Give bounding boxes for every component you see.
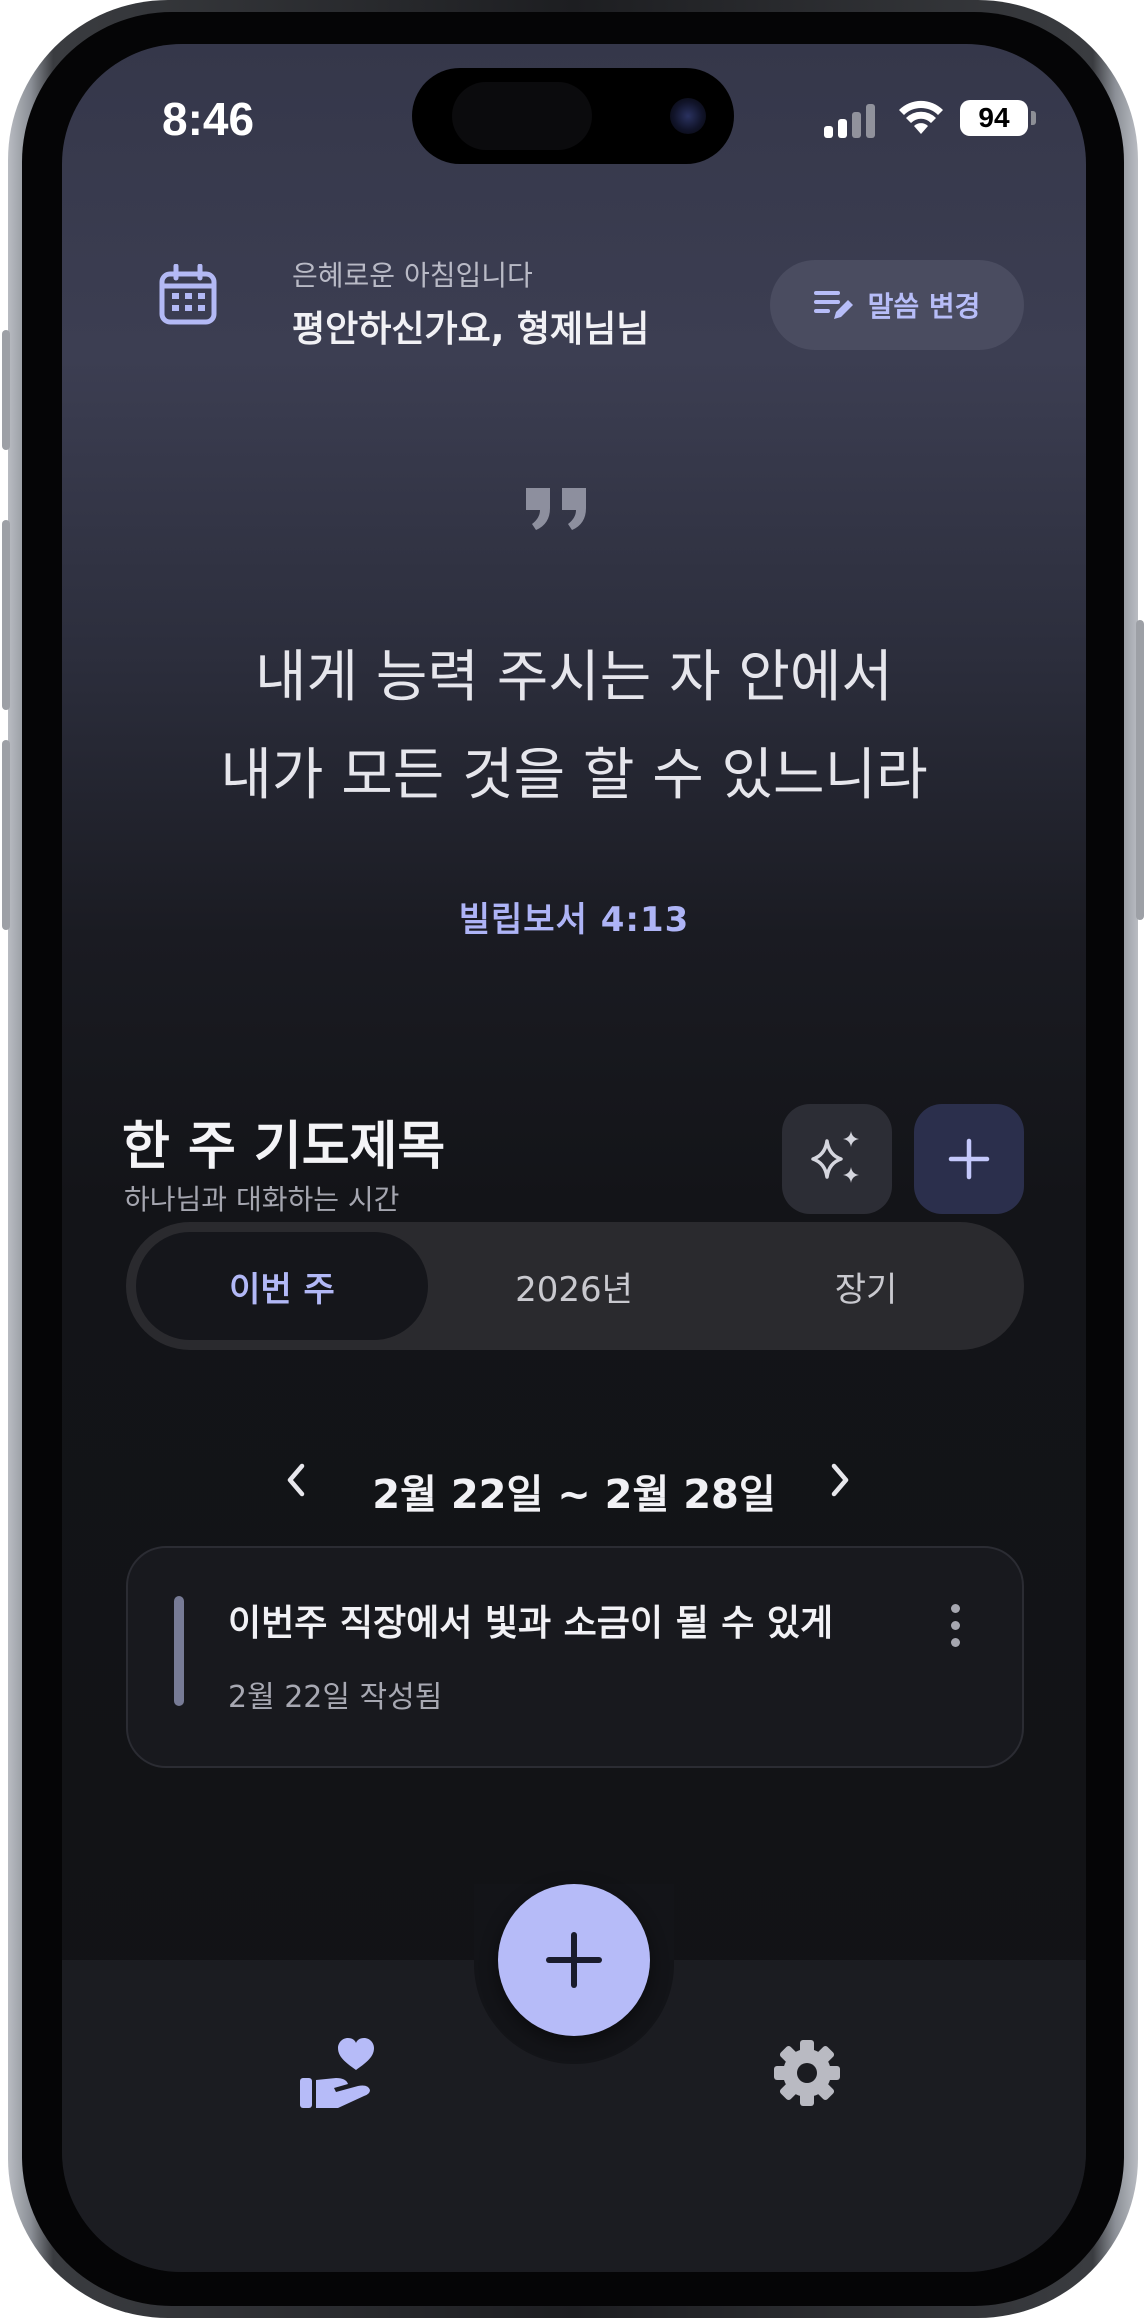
pray-hand-heart-icon[interactable] bbox=[298, 2034, 376, 2112]
status-bar: 8:46 94 bbox=[62, 44, 1086, 194]
prayer-date: 2월 22일 작성됨 bbox=[228, 1680, 443, 1715]
battery-indicator: 94 bbox=[960, 100, 1036, 136]
tab-long-term[interactable]: 장기 bbox=[720, 1232, 1012, 1340]
prayer-title: 이번주 직장에서 빛과 소금이 될 수 있게 bbox=[228, 1603, 834, 1644]
change-verse-label: 말씀 변경 bbox=[867, 290, 981, 323]
header: 은혜로운 아침입니다 평안하신가요, 형제님님 말씀 변경 bbox=[62, 224, 1086, 354]
verse-line-2: 내가 모든 것을 할 수 있느니라 bbox=[220, 743, 928, 808]
signal-icon bbox=[824, 104, 880, 138]
verse-line-1: 내게 능력 주시는 자 안에서 bbox=[255, 645, 893, 710]
more-options-icon[interactable] bbox=[940, 1604, 970, 1654]
period-tabs: 이번 주 2026년 장기 bbox=[126, 1222, 1024, 1350]
volume-down-button bbox=[2, 740, 10, 930]
edit-list-icon bbox=[813, 291, 853, 319]
section-subtitle: 하나님과 대화하는 시간 bbox=[124, 1183, 400, 1216]
wifi-icon bbox=[899, 100, 943, 134]
prayer-card[interactable]: 이번주 직장에서 빛과 소금이 될 수 있게 2월 22일 작성됨 bbox=[126, 1546, 1024, 1768]
section-title: 한 주 기도제목 bbox=[122, 1117, 446, 1177]
sparkles-icon bbox=[811, 1131, 859, 1183]
add-prayer-button[interactable] bbox=[914, 1104, 1024, 1214]
calendar-icon[interactable] bbox=[158, 264, 218, 326]
week-range: 2월 22일 ~ 2월 28일 bbox=[372, 1472, 776, 1518]
tab-year[interactable]: 2026년 bbox=[428, 1232, 720, 1340]
card-accent-bar bbox=[174, 1596, 184, 1706]
add-fab-button[interactable] bbox=[498, 1884, 650, 2036]
action-button bbox=[2, 330, 10, 450]
add-icon bbox=[546, 1932, 602, 1988]
quote-icon bbox=[526, 488, 586, 530]
greeting-subtitle: 은혜로운 아침입니다 bbox=[292, 259, 533, 292]
verse-text: 내게 능력 주시는 자 안에서 내가 모든 것을 할 수 있느니라 bbox=[62, 629, 1086, 825]
dynamic-island bbox=[412, 68, 734, 164]
camera-icon bbox=[670, 98, 706, 134]
week-navigator: 2월 22일 ~ 2월 28일 bbox=[62, 1452, 1086, 1522]
chevron-right-icon[interactable] bbox=[828, 1460, 852, 1500]
status-time: 8:46 bbox=[162, 93, 255, 145]
power-button bbox=[1136, 620, 1144, 920]
gear-icon[interactable] bbox=[772, 2038, 842, 2108]
plus-icon bbox=[948, 1138, 990, 1180]
tab-this-week[interactable]: 이번 주 bbox=[136, 1232, 428, 1340]
greeting-title: 평안하신가요, 형제님님 bbox=[292, 309, 650, 350]
ai-suggest-button[interactable] bbox=[782, 1104, 892, 1214]
verse-reference: 빌립보서 4:13 bbox=[458, 900, 690, 940]
change-verse-button[interactable]: 말씀 변경 bbox=[770, 260, 1024, 350]
app-screen: 8:46 94 은혜로운 아침입니다 평안하신가요, 형제님님 말씀 변경 내게… bbox=[62, 44, 1086, 2272]
volume-up-button bbox=[2, 520, 10, 710]
